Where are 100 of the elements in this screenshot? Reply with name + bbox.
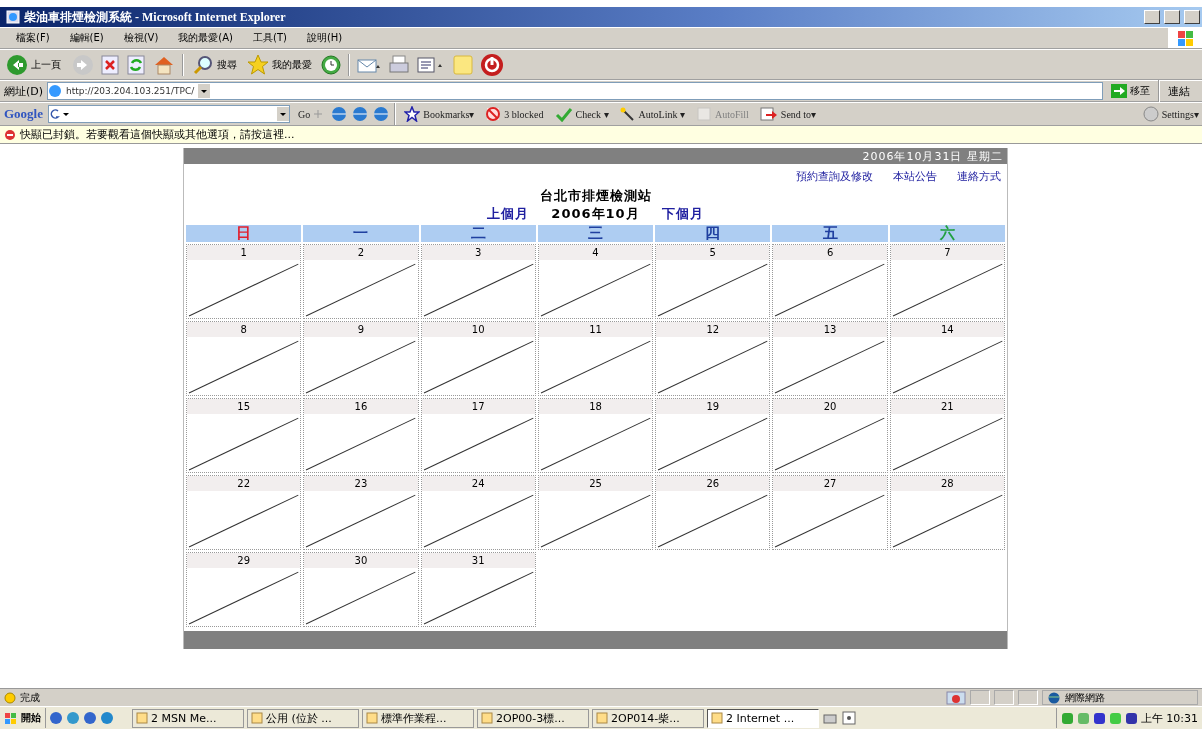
day-cell[interactable]: 26 [655, 475, 771, 550]
day-cell[interactable]: 2 [303, 244, 419, 319]
day-cell[interactable]: 21 [889, 398, 1005, 473]
taskbar-button[interactable]: 標準作業程... [362, 708, 474, 728]
status-pane [970, 690, 990, 705]
tray-icon[interactable] [1124, 711, 1138, 725]
day-cell[interactable]: 31 [420, 552, 536, 627]
minimize-button[interactable] [1144, 10, 1160, 24]
globe-icon [1047, 691, 1061, 704]
day-cell[interactable]: 29 [186, 552, 302, 627]
sendto-button[interactable]: Send to▾ [756, 106, 820, 122]
menu-item[interactable]: 我的最愛(A) [178, 31, 233, 45]
check-button[interactable]: Check ▾ [551, 106, 612, 122]
taskbar-button[interactable]: 2 Internet ... [707, 708, 819, 728]
status-pane [994, 690, 1014, 705]
menu-item[interactable]: 編輯(E) [69, 31, 104, 45]
taskbar-button[interactable]: 2OP014-柴... [592, 708, 704, 728]
day-cell[interactable]: 30 [303, 552, 419, 627]
settings-button[interactable]: Settings▾ [1139, 106, 1202, 122]
weekday-header: 五 [772, 225, 888, 242]
taskbar-button[interactable]: 2 MSN Me... [132, 708, 244, 728]
g-dropdown-icon [49, 107, 71, 121]
quick-launch-icon[interactable] [100, 711, 114, 725]
day-number: 26 [656, 476, 770, 491]
day-cell[interactable]: 1 [186, 244, 302, 319]
day-number: 10 [421, 322, 535, 337]
menu-item[interactable]: 檢視(V) [123, 31, 159, 45]
day-number: 2 [304, 245, 418, 260]
day-cell[interactable]: 16 [303, 398, 419, 473]
spellcheck-icon [554, 106, 573, 122]
favorites-button[interactable]: 我的最愛 [245, 53, 314, 76]
taskbar-button[interactable]: 公用 (位於 ... [247, 708, 359, 728]
day-cell[interactable]: 18 [537, 398, 654, 473]
taskbar-button[interactable]: 2OP00-3標... [477, 708, 589, 728]
quick-launch-icon[interactable] [83, 711, 97, 725]
day-number: 16 [304, 399, 418, 414]
next-month-link[interactable]: 下個月 [661, 205, 704, 223]
back-button[interactable]: 上一頁 [4, 53, 66, 76]
weekday-header: 六 [889, 225, 1005, 242]
blocked-button[interactable]: 3 blocked [482, 106, 547, 122]
info-bar-message[interactable]: 快顯已封鎖。若要觀看這個快顯或其他選項，請按這裡... [20, 127, 295, 142]
day-cell[interactable]: 22 [186, 475, 302, 550]
search-button[interactable]: 搜尋 [190, 53, 239, 76]
help-icon[interactable] [841, 711, 857, 725]
day-cell[interactable]: 9 [303, 321, 419, 396]
previous-month-link[interactable]: 上個月 [487, 205, 530, 223]
day-cell[interactable]: 12 [655, 321, 771, 396]
day-cell[interactable]: 5 [655, 244, 771, 319]
day-cell[interactable]: 14 [889, 321, 1005, 396]
address-field[interactable]: http://203.204.103.251/TPC/ [47, 82, 1103, 100]
globe-icon[interactable] [331, 106, 348, 122]
close-button[interactable] [1184, 10, 1200, 24]
weekday-header: 二 [420, 225, 536, 242]
day-cell[interactable]: 3 [420, 244, 536, 319]
station-title: 台北市排煙檢測站 [538, 187, 653, 205]
day-cell[interactable]: 8 [186, 321, 302, 396]
nav-link[interactable]: 本站公告 [893, 169, 937, 184]
day-cell[interactable]: 24 [420, 475, 536, 550]
nav-link[interactable]: 連絡方式 [957, 169, 1001, 184]
printer-icon[interactable] [822, 711, 838, 725]
nav-link[interactable]: 預約查詢及修改 [796, 169, 873, 184]
day-number: 15 [187, 399, 301, 414]
day-cell[interactable]: 15 [186, 398, 302, 473]
bookmarks-button[interactable]: Bookmarks▾ [401, 106, 478, 122]
links-label[interactable]: 連結 [1164, 83, 1202, 99]
maximize-button[interactable] [1164, 10, 1180, 24]
day-cell[interactable]: 19 [655, 398, 771, 473]
day-cell[interactable]: 25 [537, 475, 654, 550]
day-number: 17 [421, 399, 535, 414]
power-icon[interactable] [480, 52, 504, 77]
day-cell[interactable]: 10 [420, 321, 536, 396]
tray-icon[interactable] [1092, 711, 1106, 725]
day-cell[interactable]: 4 [537, 244, 654, 319]
day-cell[interactable]: 17 [420, 398, 536, 473]
day-cell[interactable]: 7 [889, 244, 1005, 319]
day-cell[interactable]: 11 [537, 321, 654, 396]
day-number: 31 [421, 553, 535, 568]
autolink-button[interactable]: AutoLink ▾ [616, 106, 688, 122]
day-cell[interactable]: 27 [772, 475, 888, 550]
quick-launch-icon[interactable] [66, 711, 80, 725]
day-cell[interactable]: 13 [772, 321, 888, 396]
refresh-icon[interactable] [126, 53, 146, 76]
globe-icon[interactable] [373, 106, 390, 122]
day-cell[interactable]: 20 [772, 398, 888, 473]
stop-icon[interactable] [100, 53, 120, 76]
quick-launch-icon[interactable] [49, 711, 63, 725]
menu-item[interactable]: 工具(T) [253, 31, 287, 45]
go-button[interactable]: Go [295, 107, 327, 121]
menu-item[interactable]: 檔案(F) [16, 31, 50, 45]
day-cell[interactable]: 23 [303, 475, 419, 550]
printer-icon[interactable] [388, 53, 410, 76]
weekday-header: 日 [186, 225, 302, 242]
go-button[interactable]: 移至 [1107, 84, 1154, 98]
menu-item[interactable]: 說明(H) [306, 31, 343, 45]
day-cell[interactable]: 6 [772, 244, 888, 319]
day-cell[interactable]: 28 [889, 475, 1005, 550]
google-search-field[interactable] [48, 105, 290, 123]
day-number: 24 [421, 476, 535, 491]
clock-icon[interactable] [320, 53, 342, 76]
globe-icon[interactable] [352, 106, 369, 122]
